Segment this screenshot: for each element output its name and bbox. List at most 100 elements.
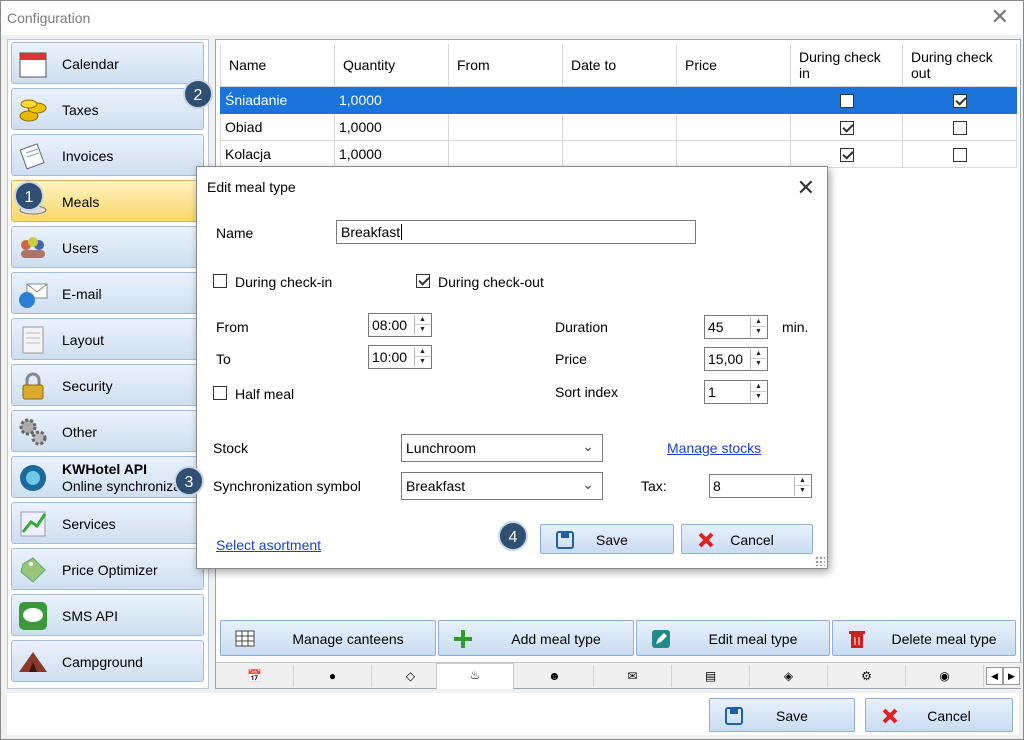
cell-date-to[interactable] [562, 85, 677, 114]
up-arrow-icon[interactable]: ▲ [751, 349, 766, 359]
tab-meals[interactable]: ♨ [436, 663, 514, 689]
dialog-save-button[interactable]: Save [540, 524, 674, 554]
from-time-input[interactable]: 08:00 ▲ ▼ [368, 313, 432, 337]
cell-price[interactable] [676, 85, 791, 114]
sidebar-item-price-optimizer[interactable]: Price Optimizer [11, 548, 204, 590]
stock-select[interactable]: Lunchroom ⌄ [401, 434, 603, 462]
sidebar-item-taxes[interactable]: Taxes [11, 88, 204, 130]
cell-price[interactable] [676, 139, 791, 168]
sidebar-item-other[interactable]: Other [11, 410, 204, 452]
column-header[interactable]: During check out [902, 44, 1017, 87]
sidebar-item-label: Calendar [62, 56, 119, 72]
cancel-button[interactable]: Cancel [865, 698, 1013, 732]
resize-grip[interactable] [815, 556, 825, 566]
checkout-checkbox[interactable] [952, 120, 967, 135]
down-arrow-icon[interactable]: ▼ [415, 325, 430, 335]
price-input[interactable]: 15,00 ▲ ▼ [704, 347, 768, 371]
edit-meal-type-button[interactable]: Edit meal type [636, 620, 830, 656]
window-title: Configuration [7, 10, 91, 26]
name-field[interactable]: Breakfast [336, 220, 696, 244]
tab-layout[interactable]: ▤ [672, 665, 750, 687]
save-button[interactable]: Save [709, 698, 855, 732]
during-checkout-checkbox[interactable] [416, 274, 430, 288]
checkin-checkbox[interactable] [839, 120, 854, 135]
sidebar-item-calendar[interactable]: Calendar [11, 42, 204, 84]
column-header[interactable]: During check in [790, 44, 903, 87]
during-checkin-checkbox[interactable] [213, 274, 227, 288]
spin-buttons[interactable]: ▲ ▼ [414, 315, 430, 335]
tax-input[interactable]: 8 ▲ ▼ [709, 474, 812, 498]
checkin-checkbox[interactable] [839, 147, 854, 162]
checkin-checkbox[interactable] [839, 93, 854, 108]
close-icon[interactable]: ✕ [797, 175, 815, 201]
tab-calendar[interactable]: 📅 [216, 665, 294, 687]
up-arrow-icon[interactable]: ▲ [751, 317, 766, 327]
table-row[interactable]: Kolacja 1,0000 [220, 139, 1017, 168]
sidebar-item-email[interactable]: E-mail [11, 272, 204, 314]
spin-buttons[interactable]: ▲ ▼ [794, 476, 810, 496]
sidebar-item-label: SMS API [62, 608, 119, 624]
cell-name[interactable]: Obiad [220, 112, 335, 141]
tab-taxes[interactable]: ● [294, 665, 372, 687]
duration-input[interactable]: 45 ▲ ▼ [704, 315, 768, 339]
sidebar-item-invoices[interactable]: Invoices [11, 134, 204, 176]
down-arrow-icon[interactable]: ▼ [751, 392, 766, 402]
up-arrow-icon[interactable]: ▲ [415, 315, 430, 325]
up-arrow-icon[interactable]: ▲ [415, 347, 430, 357]
sidebar-item-users[interactable]: Users [11, 226, 204, 268]
up-arrow-icon[interactable]: ▲ [795, 476, 810, 486]
spin-buttons[interactable]: ▲ ▼ [750, 349, 766, 369]
column-header[interactable]: Date to [562, 44, 677, 87]
cell-date-to[interactable] [562, 139, 677, 168]
down-arrow-icon[interactable]: ▼ [751, 327, 766, 337]
to-time-input[interactable]: 10:00 ▲ ▼ [368, 345, 432, 369]
manage-stocks-link[interactable]: Manage stocks [667, 440, 761, 456]
tab-security[interactable]: ◈ [750, 665, 828, 687]
cell-from[interactable] [448, 85, 563, 114]
cell-quantity[interactable]: 1,0000 [334, 112, 449, 141]
column-header[interactable]: Quantity [334, 44, 449, 87]
tab-users[interactable]: ☻ [516, 665, 594, 687]
add-meal-type-button[interactable]: Add meal type [438, 620, 634, 656]
checkout-checkbox[interactable] [952, 147, 967, 162]
sidebar-item-services[interactable]: Services [11, 502, 204, 544]
sort-index-input[interactable]: 1 ▲ ▼ [704, 380, 768, 404]
cell-from[interactable] [448, 112, 563, 141]
close-icon[interactable]: ✕ [991, 6, 1009, 28]
sidebar-item-security[interactable]: Security [11, 364, 204, 406]
scroll-left-icon[interactable]: ◀ [986, 667, 1003, 685]
dialog-cancel-button[interactable]: Cancel [681, 524, 813, 554]
tab-email[interactable]: ✉ [594, 665, 672, 687]
sync-symbol-select[interactable]: Breakfast ⌄ [401, 472, 603, 500]
sidebar-item-sms-api[interactable]: SMS API [11, 594, 204, 636]
cell-price[interactable] [676, 112, 791, 141]
cell-quantity[interactable]: 1,0000 [334, 139, 449, 168]
select-asortment-link[interactable]: Select asortment [216, 537, 321, 553]
spin-buttons[interactable]: ▲ ▼ [750, 382, 766, 402]
manage-canteens-button[interactable]: Manage canteens [220, 620, 436, 656]
column-header[interactable]: From [448, 44, 563, 87]
down-arrow-icon[interactable]: ▼ [415, 357, 430, 367]
column-header[interactable]: Name [220, 44, 335, 87]
table-row[interactable]: Obiad 1,0000 [220, 112, 1017, 141]
scroll-right-icon[interactable]: ▶ [1003, 667, 1020, 685]
cell-quantity[interactable]: 1,0000 [334, 85, 449, 114]
tab-api[interactable]: ◉ [906, 665, 984, 687]
half-meal-checkbox[interactable] [213, 386, 227, 400]
delete-meal-type-button[interactable]: Delete meal type [832, 620, 1016, 656]
sidebar-item-campground[interactable]: Campground [11, 640, 204, 682]
cell-name[interactable]: Śniadanie [220, 85, 335, 114]
sidebar-item-layout[interactable]: Layout [11, 318, 204, 360]
down-arrow-icon[interactable]: ▼ [795, 486, 810, 496]
tab-other[interactable]: ⚙ [828, 665, 906, 687]
checkout-checkbox[interactable] [952, 93, 967, 108]
cell-from[interactable] [448, 139, 563, 168]
table-row[interactable]: Śniadanie 1,0000 [220, 85, 1017, 114]
down-arrow-icon[interactable]: ▼ [751, 359, 766, 369]
up-arrow-icon[interactable]: ▲ [751, 382, 766, 392]
spin-buttons[interactable]: ▲ ▼ [414, 347, 430, 367]
column-header[interactable]: Price [676, 44, 791, 87]
cell-date-to[interactable] [562, 112, 677, 141]
cell-name[interactable]: Kolacja [220, 139, 335, 168]
spin-buttons[interactable]: ▲ ▼ [750, 317, 766, 337]
